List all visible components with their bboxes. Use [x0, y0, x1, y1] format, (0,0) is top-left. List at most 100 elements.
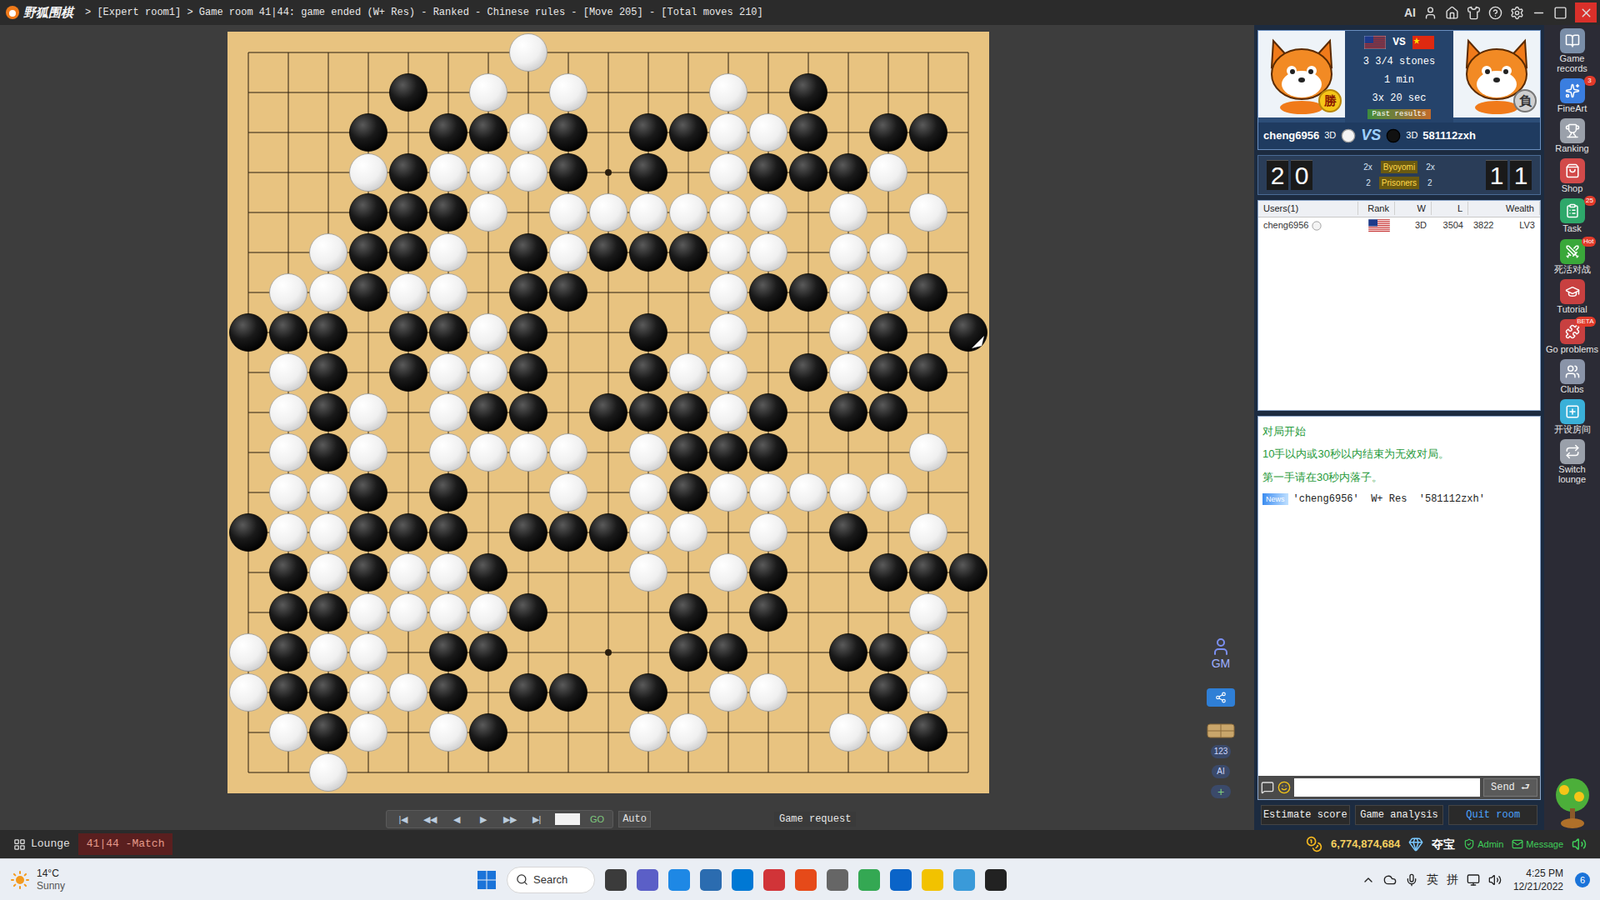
title-action-icon[interactable] [1445, 5, 1460, 20]
sidebar-item[interactable]: Task25 [1545, 198, 1600, 234]
sidebar-item[interactable]: Tutorial [1545, 279, 1600, 315]
taskbar-app-icon[interactable] [890, 869, 912, 891]
black-stone [350, 194, 388, 232]
treasure-link[interactable]: 夺宝 [1431, 835, 1455, 854]
sidebar-item[interactable]: Ranking [1545, 118, 1600, 154]
sidebar-item[interactable]: Go problemsBETA [1545, 319, 1600, 355]
chat-input[interactable] [1294, 778, 1480, 797]
taskbar-app-icon[interactable] [795, 869, 817, 891]
column-header[interactable]: W [1395, 201, 1432, 216]
column-header[interactable]: Users(1) [1258, 201, 1359, 216]
replay-button[interactable]: ▶ [471, 812, 495, 826]
windows-start-icon[interactable] [476, 870, 497, 890]
sidebar-item[interactable]: 开设房间 [1545, 399, 1600, 435]
tray-expand-icon[interactable] [1361, 873, 1375, 887]
sound-icon[interactable] [1571, 836, 1587, 852]
sidebar-item[interactable]: 死活对战Hot [1545, 239, 1600, 275]
black-player-name[interactable]: 581112zxh [1422, 127, 1476, 145]
sidebar-item[interactable]: Clubs [1545, 359, 1600, 395]
weather-widget[interactable]: 14°CSunny [10, 867, 477, 893]
replay-button[interactable]: ▶| [525, 812, 549, 826]
board-icon[interactable] [1206, 723, 1235, 739]
input-method[interactable]: 拼 [1446, 870, 1459, 889]
column-header[interactable]: Rank [1358, 201, 1395, 216]
taskbar-app-icon[interactable] [605, 869, 627, 891]
bottom-tab[interactable]: Lounge [5, 833, 79, 855]
title-action-icon[interactable] [1423, 5, 1438, 20]
auto-button[interactable]: Auto [618, 810, 651, 828]
black-stone [670, 234, 708, 272]
past-results[interactable]: Past results [1367, 109, 1432, 120]
taskbar-app-icon[interactable] [700, 869, 722, 891]
gm-button[interactable]: GM [1210, 636, 1231, 670]
display-icon[interactable] [1466, 873, 1480, 887]
notification-badge[interactable]: 6 [1575, 872, 1590, 888]
sidebar-badge: 3 [1584, 75, 1596, 86]
title-action-icon[interactable] [1510, 5, 1525, 20]
white-player-name[interactable]: cheng6956 [1263, 127, 1320, 145]
replay-button[interactable]: |◀ [391, 812, 415, 826]
title-action-icon[interactable] [1488, 5, 1503, 20]
panel-button[interactable]: Quit room [1448, 805, 1538, 825]
go-board[interactable] [227, 31, 990, 794]
sidebar-item-label: 开设房间 [1545, 424, 1600, 435]
taskbar-app-icon[interactable] [985, 869, 1007, 891]
player-avatar[interactable]: 負 [1453, 30, 1540, 118]
taskbar-app-icon[interactable] [826, 869, 849, 891]
sidebar-item[interactable]: Switch lounge [1545, 439, 1600, 485]
share-button[interactable] [1206, 688, 1235, 707]
send-button[interactable]: Send ⮐ [1483, 778, 1538, 797]
volume-icon[interactable] [1488, 873, 1502, 887]
taskbar-app-icon[interactable] [858, 869, 880, 891]
white-stone [750, 234, 788, 272]
game-request-button[interactable]: Game request [774, 811, 856, 827]
panel-button[interactable]: Estimate score [1260, 805, 1350, 825]
close-button[interactable] [1575, 2, 1597, 23]
sidebar-item[interactable]: Shop [1545, 158, 1600, 194]
taskbar-app-icon[interactable] [763, 869, 785, 891]
add-button[interactable]: + [1210, 785, 1231, 799]
panel-button[interactable]: Game analysis [1355, 805, 1445, 825]
clock[interactable]: 4:25 PM12/21/2022 [1510, 866, 1567, 894]
admin-link[interactable]: Admin [1463, 837, 1504, 852]
title-action-icon[interactable] [1466, 5, 1481, 20]
ai-toggle[interactable]: AI [1211, 765, 1230, 779]
taskbar-app-icon[interactable] [636, 869, 659, 891]
title-action-icon[interactable] [1531, 5, 1546, 20]
white-stone [590, 194, 628, 232]
title-actions: AI [1404, 2, 1597, 23]
column-header[interactable]: L [1431, 201, 1469, 216]
taskbar-app-icon[interactable] [731, 869, 754, 891]
go-button[interactable]: GO [586, 812, 608, 826]
bottom-tab[interactable]: 41|44 -Match [78, 833, 174, 855]
ai-button[interactable]: AI [1404, 4, 1416, 22]
white-stone [710, 234, 748, 272]
taskbar-app-icon[interactable] [953, 869, 975, 891]
player-avatar[interactable]: 勝 [1258, 30, 1345, 118]
sidebar-item[interactable]: FineArt3 [1545, 78, 1600, 114]
mic-icon[interactable] [1405, 873, 1419, 887]
user-row[interactable]: cheng69563D35043822LV3 [1258, 217, 1540, 235]
sidebar-item-icon [1565, 203, 1580, 219]
move-number-toggle[interactable]: 123 [1210, 745, 1232, 759]
column-header[interactable]: Wealth [1468, 201, 1540, 216]
input-method[interactable]: 英 [1426, 870, 1439, 889]
chat-icon[interactable] [1260, 780, 1275, 795]
taskbar-app-icon[interactable] [668, 869, 690, 891]
title-action-icon[interactable] [1553, 5, 1568, 20]
clock-panel: 202xByoyomi2x2Prisoners211 [1257, 155, 1541, 195]
white-stone [870, 234, 908, 272]
replay-button[interactable]: ◀ [445, 812, 469, 826]
emoji-icon[interactable] [1277, 780, 1291, 795]
taskbar-app-icon[interactable] [921, 869, 944, 891]
money-tree-icon[interactable] [1550, 775, 1595, 830]
white-stone [270, 514, 308, 552]
replay-button[interactable]: ◀◀ [418, 812, 442, 826]
taskbar-search[interactable]: Search [506, 866, 595, 894]
sidebar-item[interactable]: Game records [1545, 28, 1600, 74]
onedrive-icon[interactable] [1383, 873, 1397, 887]
sidebar-item-label: Ranking [1545, 143, 1600, 154]
replay-button[interactable]: ▶▶ [498, 812, 522, 826]
move-field[interactable] [555, 813, 580, 825]
message-link[interactable]: Message [1511, 837, 1564, 852]
